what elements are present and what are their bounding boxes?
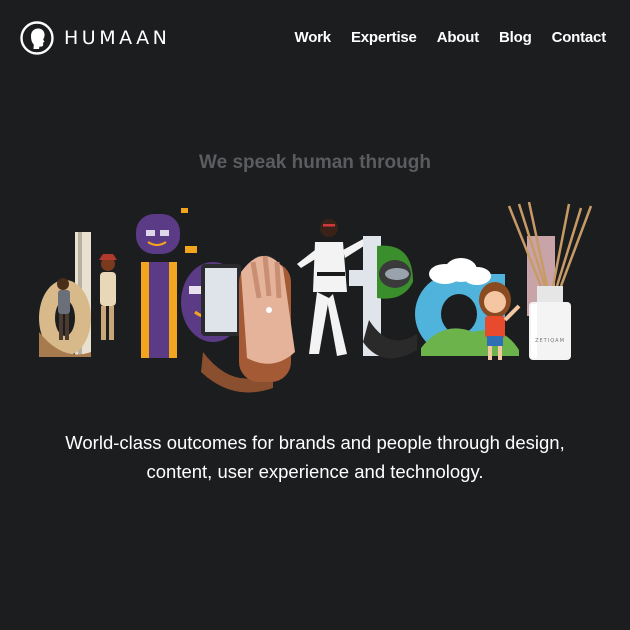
bottle-label: ZETIQAM: [535, 338, 565, 344]
main-nav: Work Expertise About Blog Contact: [295, 29, 607, 46]
nav-link-about[interactable]: About: [437, 29, 480, 46]
nav-link-contact[interactable]: Contact: [552, 29, 607, 46]
logo-link[interactable]: HUMAAN: [20, 21, 170, 55]
letter-d: [39, 232, 117, 357]
hero-description-line-1: World-class outcomes for brands and peop…: [65, 432, 565, 453]
logo-wordmark: HUMAAN: [64, 27, 171, 49]
human-head-icon: [20, 21, 54, 55]
letter-t: [349, 236, 417, 359]
digital-word-art: ZETIQAM: [39, 202, 593, 393]
hero-word-illustration: ZETIQAM: [33, 202, 597, 398]
letter-a: [415, 258, 521, 360]
site-header: HUMAAN Work Expertise About Blog Contact: [0, 0, 630, 78]
letter-g: [181, 255, 295, 393]
nav-link-blog[interactable]: Blog: [499, 29, 532, 46]
hero-tagline: We speak human through: [199, 152, 431, 173]
nav-link-expertise[interactable]: Expertise: [351, 29, 417, 46]
hero-description-line-2: content, user experience and technology.: [146, 461, 484, 482]
nav-link-work[interactable]: Work: [295, 29, 332, 46]
letter-i-karate: [297, 219, 367, 356]
letter-l: ZETIQAM: [507, 202, 593, 360]
hero-description: World-class outcomes for brands and peop…: [20, 428, 610, 486]
